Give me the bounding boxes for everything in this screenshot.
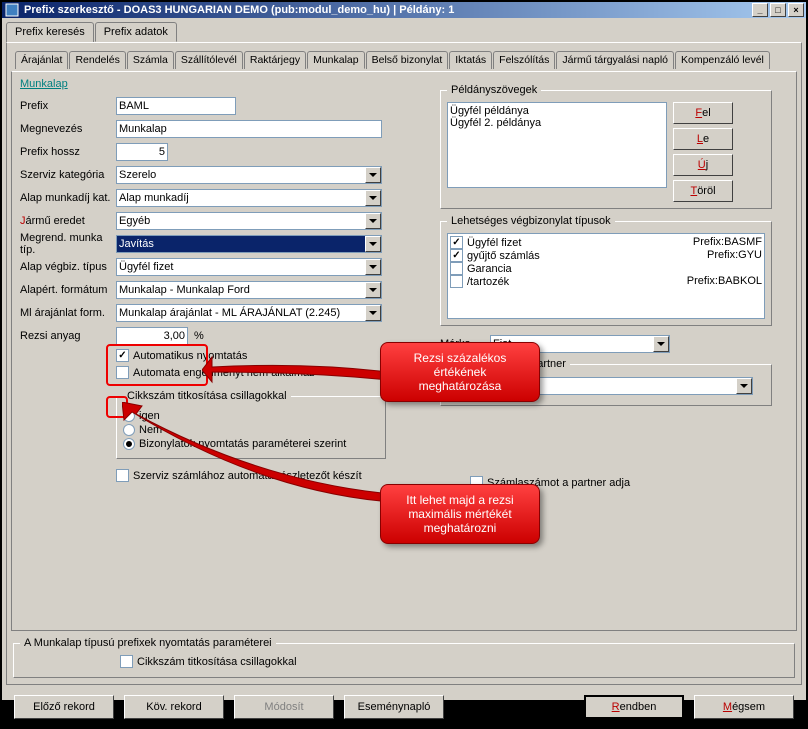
label-alapert-format: Alapért. formátum — [20, 284, 116, 296]
chevron-down-icon[interactable] — [365, 213, 381, 229]
label-prefix: Prefix — [20, 100, 116, 112]
bottom-button-bar: Előző rekord Köv. rekord Módosít Esemény… — [2, 689, 806, 729]
low-fieldset-legend: A Munkalap típusú prefixek nyomtatás par… — [20, 637, 276, 649]
label-ml-arajanlat: Ml árajánlat form. — [20, 307, 116, 319]
subtab-rendeles[interactable]: Rendelés — [69, 51, 125, 69]
highlight-rezsi — [106, 344, 208, 386]
chevron-down-icon[interactable] — [365, 282, 381, 298]
maximize-button[interactable]: □ — [770, 3, 786, 17]
top-tabstrip: Prefix keresés Prefix adatok — [2, 18, 806, 42]
input-prefix[interactable] — [116, 97, 236, 115]
select-alap-munkadij[interactable]: Alap munkadíj — [116, 189, 382, 207]
label-prefix-hossz: Prefix hossz — [20, 146, 116, 158]
arrow-2 — [122, 402, 402, 522]
subtab-iktatas[interactable]: Iktatás — [449, 51, 492, 69]
tab-prefix-kereses[interactable]: Prefix keresés — [6, 22, 94, 42]
select-alapert-format[interactable]: Munkalap - Munkalap Ford — [116, 281, 382, 299]
vegbiz-item[interactable]: /tartozék — [450, 275, 509, 288]
btn-fel[interactable]: Fel — [673, 102, 733, 124]
arrow-1 — [202, 350, 392, 410]
subtab-szallitolevel[interactable]: Szállítólevél — [175, 51, 243, 69]
btn-elozo-rekord[interactable]: Előző rekord — [14, 695, 114, 719]
vegbiz-item[interactable]: gyűjtő számlás — [450, 249, 540, 262]
checkbox-icon — [120, 655, 133, 668]
callout-rezsi-max: Itt lehet majd a rezsi maximális mértéké… — [380, 484, 540, 544]
select-jarmu-eredet[interactable]: Egyéb — [116, 212, 382, 230]
titlebar: Prefix szerkesztő - DOAS3 HUNGARIAN DEMO… — [2, 2, 806, 18]
btn-megsem[interactable]: Mégsem — [694, 695, 794, 719]
btn-kov-rekord[interactable]: Köv. rekord — [124, 695, 224, 719]
select-megrend-tip[interactable]: Javítás — [116, 235, 382, 253]
label-alap-vegbiz: Alap végbiz. típus — [20, 261, 116, 273]
tab-prefix-adatok[interactable]: Prefix adatok — [95, 22, 177, 42]
select-szerviz-kat[interactable]: Szerelo — [116, 166, 382, 184]
subtab-munkalap[interactable]: Munkalap — [307, 51, 365, 69]
label-megrend-tip: Megrend. munka típ. — [20, 232, 116, 256]
peldany-legend: Példányszövegek — [447, 84, 541, 96]
chevron-down-icon[interactable] — [653, 336, 669, 352]
check-cikkszam-low[interactable]: Cikkszám titkosítása csillagokkal — [120, 655, 297, 668]
input-rezsi-anyag[interactable] — [116, 327, 188, 345]
app-icon — [4, 2, 20, 18]
vegbiz-listbox[interactable]: Ügyfél fizetPrefix:BASMF gyűjtő számlásP… — [447, 233, 765, 319]
select-alap-vegbiz[interactable]: Ügyfél fizet — [116, 258, 382, 276]
chevron-down-icon[interactable] — [365, 190, 381, 206]
checkbox-icon — [450, 236, 463, 249]
peldany-listbox[interactable]: Ügyfél példánya Ügyfél 2. példánya — [447, 102, 667, 188]
callout-rezsi-szazalek: Rezsi százalékos értékének meghatározása — [380, 342, 540, 402]
sub-tabstrip: Árajánlat Rendelés Számla Szállítólevél … — [11, 47, 797, 69]
input-megnevezes[interactable] — [116, 120, 382, 138]
chevron-down-icon[interactable] — [365, 305, 381, 321]
chevron-down-icon[interactable] — [365, 167, 381, 183]
subtab-felszolitas[interactable]: Felszólítás — [493, 51, 555, 69]
btn-torol[interactable]: Töröl — [673, 180, 733, 202]
subtab-raktarjegy[interactable]: Raktárjegy — [244, 51, 306, 69]
checkbox-icon — [450, 262, 463, 275]
label-megnevezes: Megnevezés — [20, 123, 116, 135]
checkbox-icon — [450, 275, 463, 288]
chevron-down-icon[interactable] — [736, 378, 752, 394]
window-title: Prefix szerkesztő - DOAS3 HUNGARIAN DEMO… — [24, 4, 752, 16]
label-alap-munkadij: Alap munkadíj kat. — [20, 192, 116, 204]
label-rezsi-anyag: Rezsi anyag — [20, 330, 116, 342]
list-item[interactable]: Ügyfél példánya — [450, 105, 664, 117]
label-jarmu-eredet: Jármű eredet — [20, 215, 116, 227]
vegbiz-legend: Lehetséges végbizonylat típusok — [447, 215, 615, 227]
list-item[interactable]: Ügyfél 2. példánya — [450, 117, 664, 129]
subtab-kompenzalo[interactable]: Kompenzáló levél — [675, 51, 770, 69]
section-label: Munkalap — [20, 78, 68, 90]
btn-rendben[interactable]: Rendben — [584, 695, 684, 719]
close-button[interactable]: × — [788, 3, 804, 17]
btn-esemenynaplo[interactable]: Eseménynapló — [344, 695, 444, 719]
subtab-belso-bizonylat[interactable]: Belső bizonylat — [366, 51, 449, 69]
subtab-arajanlat[interactable]: Árajánlat — [15, 51, 68, 69]
minimize-button[interactable]: _ — [752, 3, 768, 17]
btn-le[interactable]: Le — [673, 128, 733, 150]
select-ml-arajanlat[interactable]: Munkalap árajánlat - ML ÁRAJÁNLAT (2.245… — [116, 304, 382, 322]
label-szerviz-kat: Szerviz kategória — [20, 169, 116, 181]
checkbox-icon — [450, 249, 463, 262]
btn-uj[interactable]: Új — [673, 154, 733, 176]
chevron-down-icon[interactable] — [365, 259, 381, 275]
subtab-szamla[interactable]: Számla — [127, 51, 174, 69]
subtab-jarmu-targyalasi[interactable]: Jármű tárgyalási napló — [556, 51, 674, 69]
input-prefix-hossz[interactable] — [116, 143, 168, 161]
btn-modosit: Módosít — [234, 695, 334, 719]
vegbiz-item[interactable]: Ügyfél fizet — [450, 236, 521, 249]
vegbiz-item[interactable]: Garancia — [450, 262, 512, 275]
unit-percent: % — [194, 330, 204, 342]
chevron-down-icon[interactable] — [365, 236, 381, 252]
